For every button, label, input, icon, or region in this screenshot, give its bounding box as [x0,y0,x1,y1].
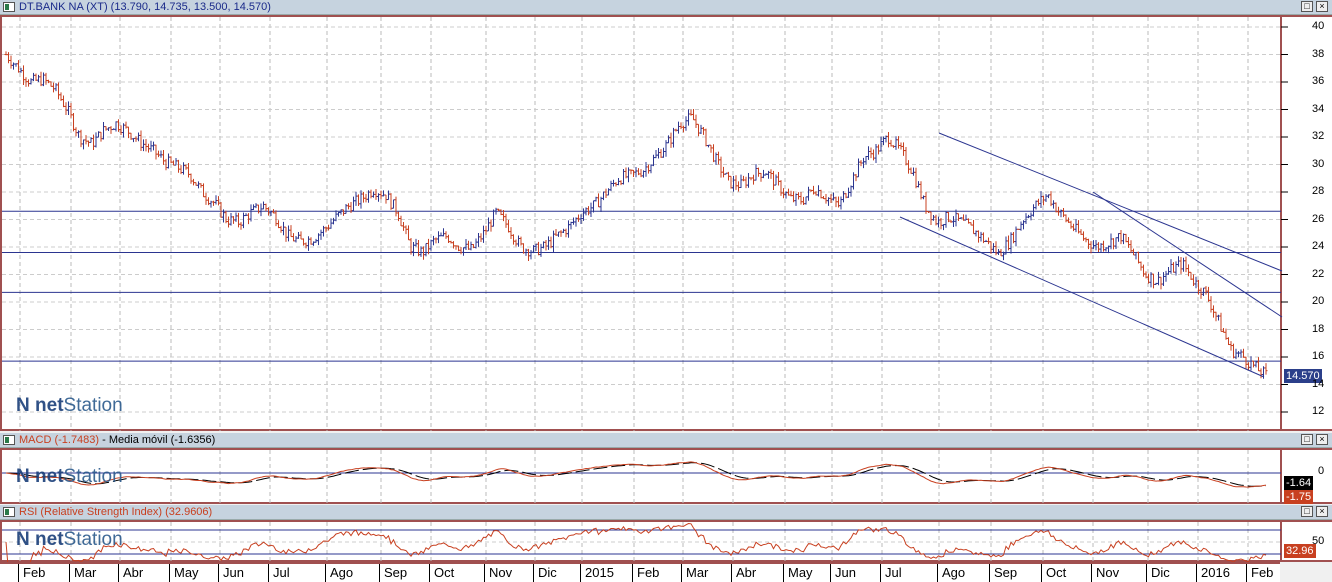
macd-line [5,461,1267,488]
close-button[interactable]: × [1316,434,1328,445]
close-button[interactable]: × [1316,1,1328,12]
macd-chart[interactable]: N net Station 0 -1.64 -1.75 [0,448,1332,504]
macd-zero-tick: 0 [1318,465,1325,477]
main-chart-title: DT.BANK NA (XT) (13.790, 14.735, 13.500,… [19,1,271,13]
maximize-button[interactable]: □ [1301,434,1313,445]
macd-signal-line [5,462,1267,487]
x-axis-label: Jun [830,564,856,582]
macd-label: MACD (-1.7483) [19,434,100,446]
price-chart[interactable]: N net Station 14.570 40 38 36 34 32 30 28 26 24 22… [0,15,1332,431]
y-tick-label: 26 [1312,212,1325,225]
y-tick-label: 32 [1312,130,1325,142]
x-axis-label: 2016 [1196,564,1230,582]
rsi-value-tag: 32.96 [1284,544,1316,558]
macd-signal-tag: -1.64 [1284,476,1314,490]
y-tick-label: 18 [1312,322,1325,335]
x-axis-label: Mar [69,564,96,582]
macd-header: MACD (-1.7483) - Media móvil (-1.6356) □… [0,433,1332,448]
x-axis-label: Oct [429,564,454,582]
maximize-button[interactable]: □ [1301,1,1313,12]
y-tick-label: 34 [1312,102,1325,115]
y-tick-label: 14 [1312,377,1325,390]
y-tick-label: 22 [1312,267,1325,280]
y-tick-label: 20 [1312,295,1325,307]
rsi-header: RSI (Relative Strength Index) (32.9606) … [0,505,1332,520]
x-axis-label: Abr [118,564,143,582]
x-axis-label: Mar [681,564,708,582]
x-axis-label: Ago [325,564,353,582]
x-axis-label: Jul [880,564,902,582]
x-axis-label: Feb [18,564,45,582]
x-axis-label: Jul [268,564,290,582]
x-axis-label: Dic [533,564,557,582]
chart-window-icon [3,435,15,445]
rsi-line [5,522,1267,562]
macd-value-tag: -1.75 [1284,490,1314,504]
x-axis-label: Feb [632,564,659,582]
x-axis-label: Jun [218,564,244,582]
y-tick-label: 16 [1312,350,1325,362]
x-axis-label: 2015 [580,564,614,582]
y-tick-label: 40 [1312,20,1325,32]
x-axis-label: Abr [731,564,756,582]
x-axis-label: Oct [1041,564,1066,582]
y-tick-label: 36 [1312,75,1325,87]
x-axis-label: Dic [1146,564,1170,582]
chart-window-icon [3,2,15,12]
x-axis-label: Sep [379,564,407,582]
x-axis-label: Sep [989,564,1017,582]
main-chart-header: DT.BANK NA (XT) (13.790, 14.735, 13.500,… [0,0,1332,15]
netstation-logo: N net Station [16,529,123,550]
x-axis-label: Nov [1091,564,1119,582]
y-tick-label: 28 [1312,185,1325,197]
netstation-logo: N net Station [16,466,123,487]
x-axis-label: May [783,564,813,582]
chart-window-icon [3,507,15,517]
x-axis-label: Ago [937,564,965,582]
x-axis-label: Nov [484,564,512,582]
macd-signal-label: Media móvil (-1.6356) [108,434,216,446]
close-button[interactable]: × [1316,506,1328,517]
trend-line [938,132,1283,272]
y-tick-label: 12 [1312,405,1325,417]
trend-line [899,216,1265,378]
y-tick-label: 38 [1312,47,1325,60]
maximize-button[interactable]: □ [1301,506,1313,517]
rsi-label: RSI (Relative Strength Index) (32.9606) [19,506,213,518]
y-tick-label: 24 [1312,240,1325,252]
rsi-chart[interactable]: N net Station 50 32.96 [0,520,1332,562]
x-axis-label: May [169,564,199,582]
netstation-logo: N net Station [16,395,123,416]
y-tick-label: 30 [1312,157,1325,170]
time-axis: Feb Mar Abr May Jun Jul Ago Sep Oct Nov Dic 2015 Feb… [0,562,1280,582]
x-axis-label: Feb [1246,564,1273,582]
